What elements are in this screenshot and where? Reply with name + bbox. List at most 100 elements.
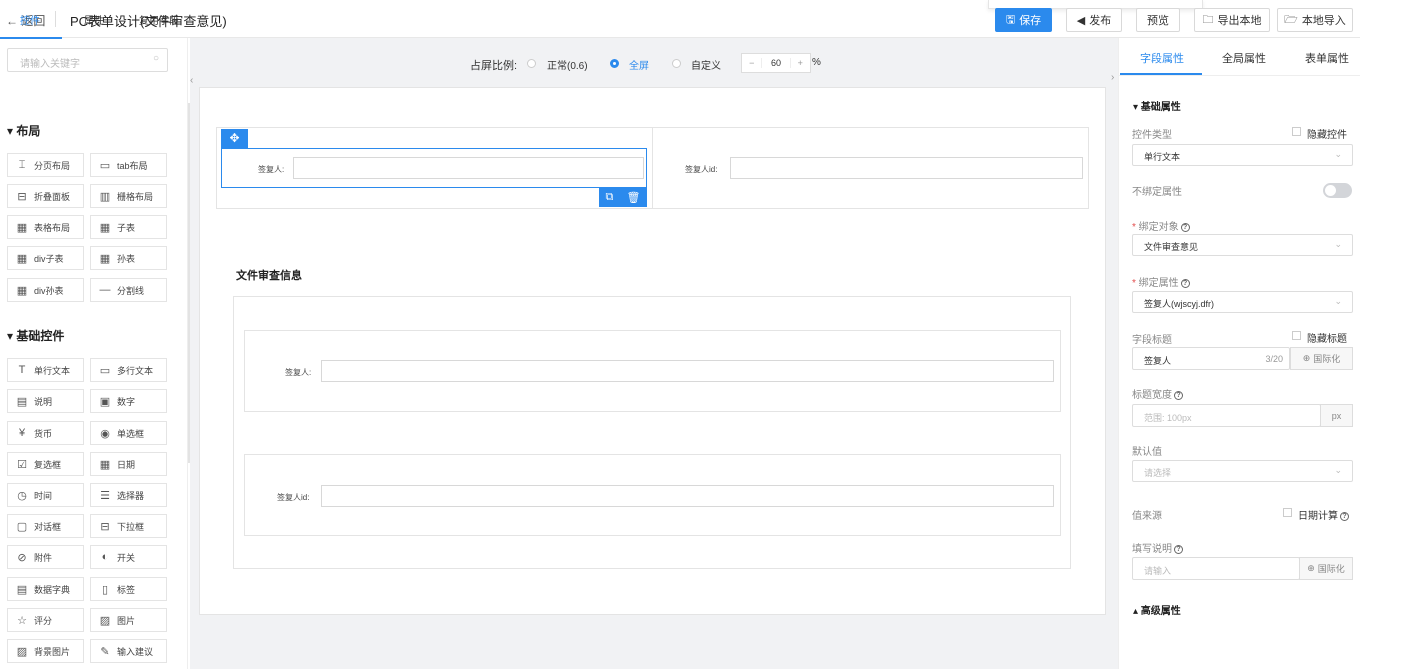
- move-icon[interactable]: ✥: [221, 129, 248, 148]
- dialog-icon: ▢: [16, 520, 28, 533]
- comp-time[interactable]: ◷ 时间: [7, 483, 84, 507]
- ratio-option-fullscreen[interactable]: 全屏: [629, 57, 649, 72]
- delete-icon[interactable]: 🗑: [626, 191, 640, 204]
- tab-global-properties[interactable]: 全局属性: [1222, 50, 1266, 66]
- comp-grid-layout[interactable]: ▥ 栅格布局: [90, 184, 167, 208]
- ratio-radio-normal[interactable]: [527, 59, 536, 68]
- bind-object-label: * 绑定对象?: [1132, 218, 1190, 233]
- field-input-signer[interactable]: [293, 157, 644, 179]
- ratio-option-custom[interactable]: 自定义: [691, 57, 721, 72]
- collapse-left-icon[interactable]: ‹: [190, 75, 193, 86]
- default-value-select[interactable]: 请选择 ⌄: [1132, 460, 1353, 482]
- dictionary-icon: ▤: [16, 583, 28, 596]
- control-type-label: 控件类型: [1132, 130, 1172, 141]
- zoom-stepper[interactable]: − 60 +: [741, 53, 811, 73]
- group-input-signer-id[interactable]: [321, 485, 1054, 507]
- basic-properties-title[interactable]: ▾ 基础属性: [1133, 98, 1181, 113]
- publish-button[interactable]: ◀ 发布: [1066, 8, 1122, 32]
- bind-attr-select[interactable]: 签复人(wjscyj.dfr) ⌄: [1132, 291, 1353, 313]
- hide-control-label: 隐藏控件: [1307, 130, 1347, 141]
- comp-switch[interactable]: ◐ 开关: [90, 545, 167, 569]
- i18n-button-desc[interactable]: ⊕ 国际化: [1299, 557, 1353, 580]
- tab-reuse-fields[interactable]: 复用字段: [139, 12, 179, 27]
- bookmark-icon: ▯: [101, 583, 109, 596]
- field-title-label: 字段标题: [1132, 335, 1172, 346]
- date-calc-checkbox[interactable]: [1283, 508, 1292, 517]
- comp-dialog[interactable]: ▢ 对话框: [7, 514, 84, 538]
- comp-single-line-text[interactable]: T 单行文本: [7, 358, 84, 382]
- layout-section-title[interactable]: ▾ 布局: [7, 122, 40, 139]
- preview-button[interactable]: 预览: [1136, 8, 1180, 32]
- comp-checkbox[interactable]: ☑ 复选框: [7, 452, 84, 476]
- tab-form-properties[interactable]: 表单属性: [1305, 50, 1349, 66]
- collapse-right-icon[interactable]: ›: [1111, 72, 1114, 83]
- comp-description[interactable]: ▤ 说明: [7, 389, 84, 413]
- hide-title-checkbox[interactable]: [1292, 331, 1301, 340]
- comp-date[interactable]: ▦ 日期: [90, 452, 167, 476]
- zoom-value[interactable]: 60: [761, 58, 791, 68]
- comp-number[interactable]: ▣ 数字: [90, 389, 167, 413]
- value-source-label: 值来源: [1132, 511, 1162, 522]
- image-icon: ▨: [99, 614, 111, 627]
- ratio-option-normal[interactable]: 正常(0.6): [547, 57, 588, 72]
- i18n-button-title[interactable]: ⊕ 国际化: [1290, 347, 1353, 370]
- advanced-properties-title[interactable]: ▴ 高级属性: [1133, 602, 1181, 617]
- hide-control-checkbox[interactable]: [1292, 127, 1301, 136]
- title-width-input[interactable]: 范围: 100px: [1132, 404, 1321, 427]
- comp-collapse-panel[interactable]: ⊟ 折叠面板: [7, 184, 84, 208]
- comp-tag[interactable]: ▯ 标签: [90, 577, 167, 601]
- folder-open-icon: 🗁: [1284, 13, 1298, 26]
- copy-icon[interactable]: ⧉: [606, 191, 614, 204]
- ratio-radio-fullscreen[interactable]: [610, 59, 619, 68]
- comp-input-suggest[interactable]: ✎ 输入建议: [90, 639, 167, 663]
- comp-tab-layout[interactable]: ▭ tab布局: [90, 153, 167, 177]
- bind-object-select[interactable]: 文件审查意见 ⌄: [1132, 234, 1353, 256]
- default-value-label: 默认值: [1132, 447, 1162, 458]
- currency-icon: ¥: [18, 427, 26, 439]
- save-icon: 🖫: [1005, 13, 1016, 26]
- table-icon: ▦: [16, 284, 28, 297]
- export-local-button[interactable]: 🗀 导出本地: [1194, 8, 1270, 32]
- component-search-input[interactable]: 请输入关键字 ○: [7, 48, 168, 72]
- zoom-plus-button[interactable]: +: [791, 58, 810, 68]
- group-title: 文件审查信息: [236, 270, 302, 282]
- table-icon: ▦: [99, 221, 111, 234]
- group-input-signer[interactable]: [321, 360, 1054, 382]
- tab-controls[interactable]: 控件: [20, 12, 40, 27]
- zoom-minus-button[interactable]: −: [742, 58, 761, 68]
- comp-rating[interactable]: ☆ 评分: [7, 608, 84, 632]
- table-icon: ▦: [16, 252, 28, 265]
- comp-attachment[interactable]: ⊘ 附件: [7, 545, 84, 569]
- ratio-radio-custom[interactable]: [672, 59, 681, 68]
- comp-div-grandchild-table[interactable]: ▦ div孙表: [7, 278, 84, 302]
- comp-pagination-layout[interactable]: ⌶ 分页布局: [7, 153, 84, 177]
- save-button[interactable]: 🖫 保存: [995, 8, 1052, 32]
- comp-image[interactable]: ▨ 图片: [90, 608, 167, 632]
- active-tab-indicator: [0, 37, 62, 39]
- import-local-button[interactable]: 🗁 本地导入: [1277, 8, 1353, 32]
- control-type-select[interactable]: 单行文本 ⌄: [1132, 144, 1353, 166]
- comp-background-image[interactable]: ▨ 背景图片: [7, 639, 84, 663]
- fill-desc-input[interactable]: 请输入: [1132, 557, 1300, 580]
- field-title-input[interactable]: 签复人 3/20: [1132, 347, 1290, 370]
- group-label-signer-id: 签复人id:: [277, 493, 310, 502]
- comp-currency[interactable]: ¥ 货币: [7, 421, 84, 445]
- unbind-toggle[interactable]: [1323, 183, 1352, 198]
- comp-dropdown[interactable]: ⊟ 下拉框: [90, 514, 167, 538]
- pencil-icon: ✎: [100, 645, 110, 658]
- comp-subtable[interactable]: ▦ 子表: [90, 215, 167, 239]
- tab-field-properties[interactable]: 字段属性: [1140, 50, 1184, 66]
- comp-selector[interactable]: ☰ 选择器: [90, 483, 167, 507]
- field-input-signer-id[interactable]: [730, 157, 1083, 179]
- comp-div-subtable[interactable]: ▦ div子表: [7, 246, 84, 270]
- basic-section-title[interactable]: ▾ 基础控件: [7, 327, 64, 344]
- comp-grandchild-table[interactable]: ▦ 孙表: [90, 246, 167, 270]
- comp-divider[interactable]: — 分割线: [90, 278, 167, 302]
- tab-attributes[interactable]: 属性: [84, 12, 104, 27]
- comp-radio[interactable]: ◉ 单选框: [90, 421, 167, 445]
- hide-title-label: 隐藏标题: [1307, 334, 1347, 345]
- comp-data-dictionary[interactable]: ▤ 数据字典: [7, 577, 84, 601]
- title-width-unit: px: [1320, 404, 1353, 427]
- comp-multi-line-text[interactable]: ▭ 多行文本: [90, 358, 167, 382]
- comp-table-layout[interactable]: ▦ 表格布局: [7, 215, 84, 239]
